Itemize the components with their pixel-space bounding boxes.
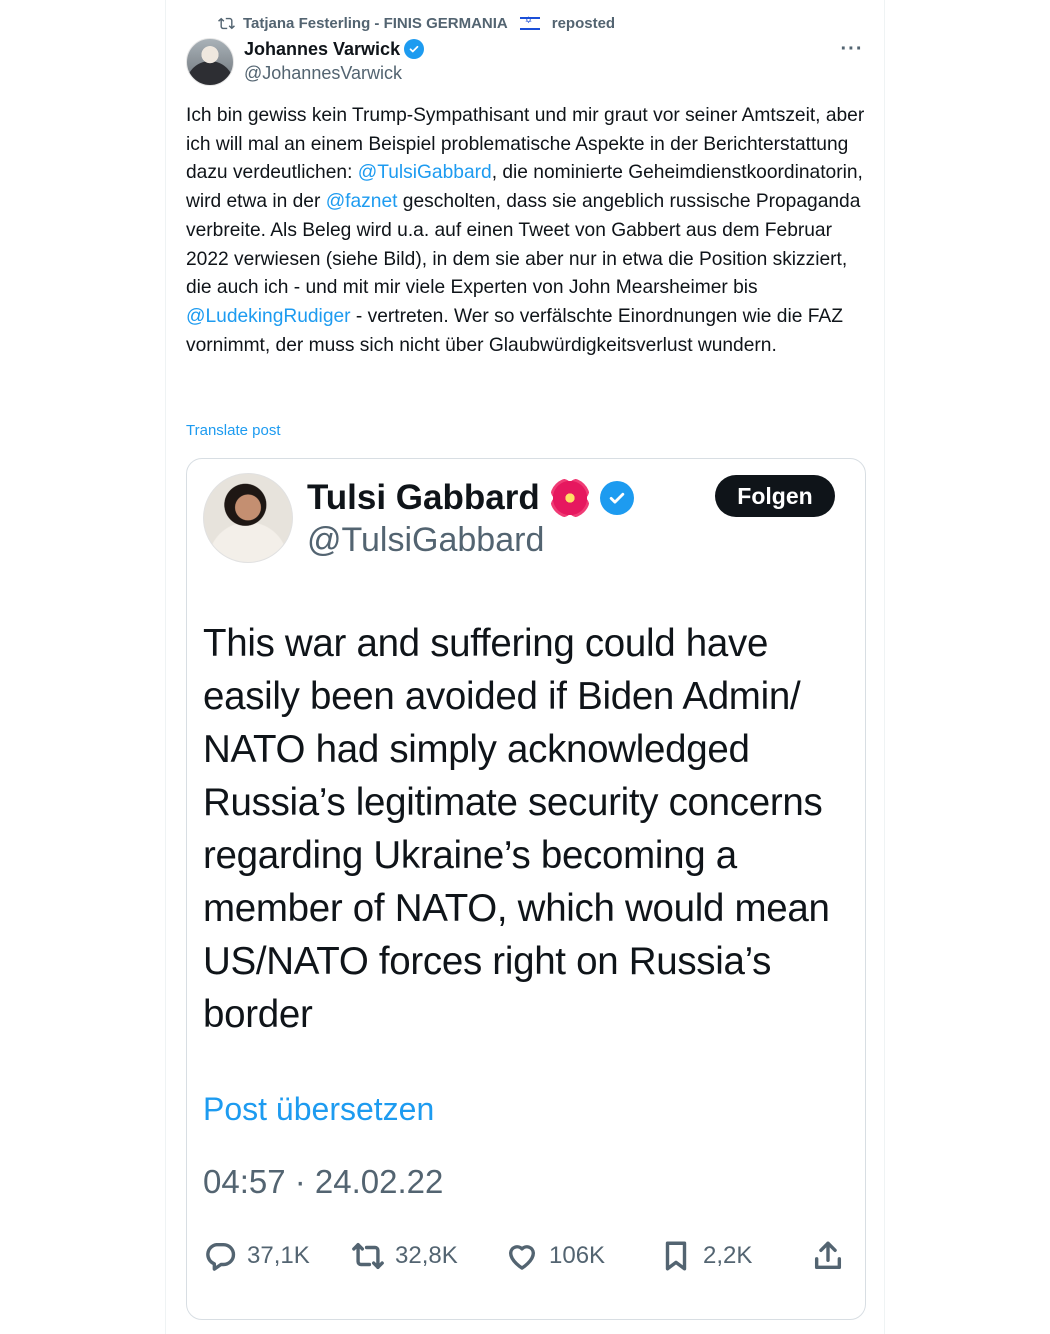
mention-link[interactable]: @LudekingRudiger [186, 306, 351, 327]
bookmark-count: 2,2K [703, 1242, 753, 1269]
author-avatar[interactable] [186, 38, 234, 86]
more-options-icon[interactable]: ··· [840, 38, 864, 60]
verified-badge-icon [404, 39, 425, 59]
share-action [811, 1234, 845, 1278]
repost-icon [352, 1242, 384, 1270]
hibiscus-icon [549, 478, 590, 518]
embed-tweet-text: This war and suffering could have easily… [203, 622, 830, 1036]
repost-icon [218, 17, 235, 29]
embed-author-handle: @TulsiGabbard [307, 521, 545, 559]
bookmark-action: 2,2K [659, 1234, 752, 1278]
follow-button: Folgen [715, 475, 835, 517]
mention-link[interactable]: @TulsiGabbard [358, 162, 492, 183]
israel-flag-icon [519, 15, 540, 30]
share-icon [814, 1241, 842, 1270]
embed-author-name: Tulsi Gabbard [307, 478, 540, 517]
repost-context[interactable]: Tatjana Festerling - FINIS GERMANIA repo… [218, 13, 615, 33]
embedded-image-tweet[interactable]: Tulsi Gabbard @TulsiGabbard Folgen This … [186, 458, 866, 1320]
translate-post-link[interactable]: Translate post [186, 422, 281, 439]
bookmark-icon [665, 1241, 687, 1271]
like-count: 106K [549, 1242, 606, 1269]
heart-icon [508, 1245, 536, 1270]
embed-timestamp: 04:57 · 24.02.22 [203, 1163, 444, 1200]
verified-badge-icon [599, 481, 634, 515]
mention-link[interactable]: @faznet [326, 191, 398, 212]
like-action: 106K [505, 1234, 605, 1278]
reply-icon [206, 1242, 236, 1271]
author-handle[interactable]: @JohannesVarwick [244, 61, 424, 85]
author-info[interactable]: Johannes Varwick @JohannesVarwick [244, 37, 425, 85]
repost-suffix: reposted [551, 14, 616, 32]
post-text: Ich bin gewiss kein Trump-Sympathisant u… [186, 102, 866, 360]
repost-user[interactable]: Tatjana Festerling - FINIS GERMANIA [243, 15, 508, 32]
embed-name-row: Tulsi Gabbard [307, 477, 634, 519]
repost-count: 32,8K [395, 1242, 458, 1269]
reply-action: 37,1K [203, 1234, 310, 1278]
embed-translate-link: Post übersetzen [203, 1091, 435, 1127]
repost-action: 32,8K [351, 1234, 458, 1278]
post-column: Tatjana Festerling - FINIS GERMANIA repo… [165, 0, 885, 1334]
reply-count: 37,1K [247, 1242, 310, 1269]
embed-avatar [203, 473, 293, 563]
author-name[interactable]: Johannes Varwick [244, 37, 400, 61]
embed-action-bar: 37,1K 32,8K 106K 2,2K [203, 1234, 853, 1278]
